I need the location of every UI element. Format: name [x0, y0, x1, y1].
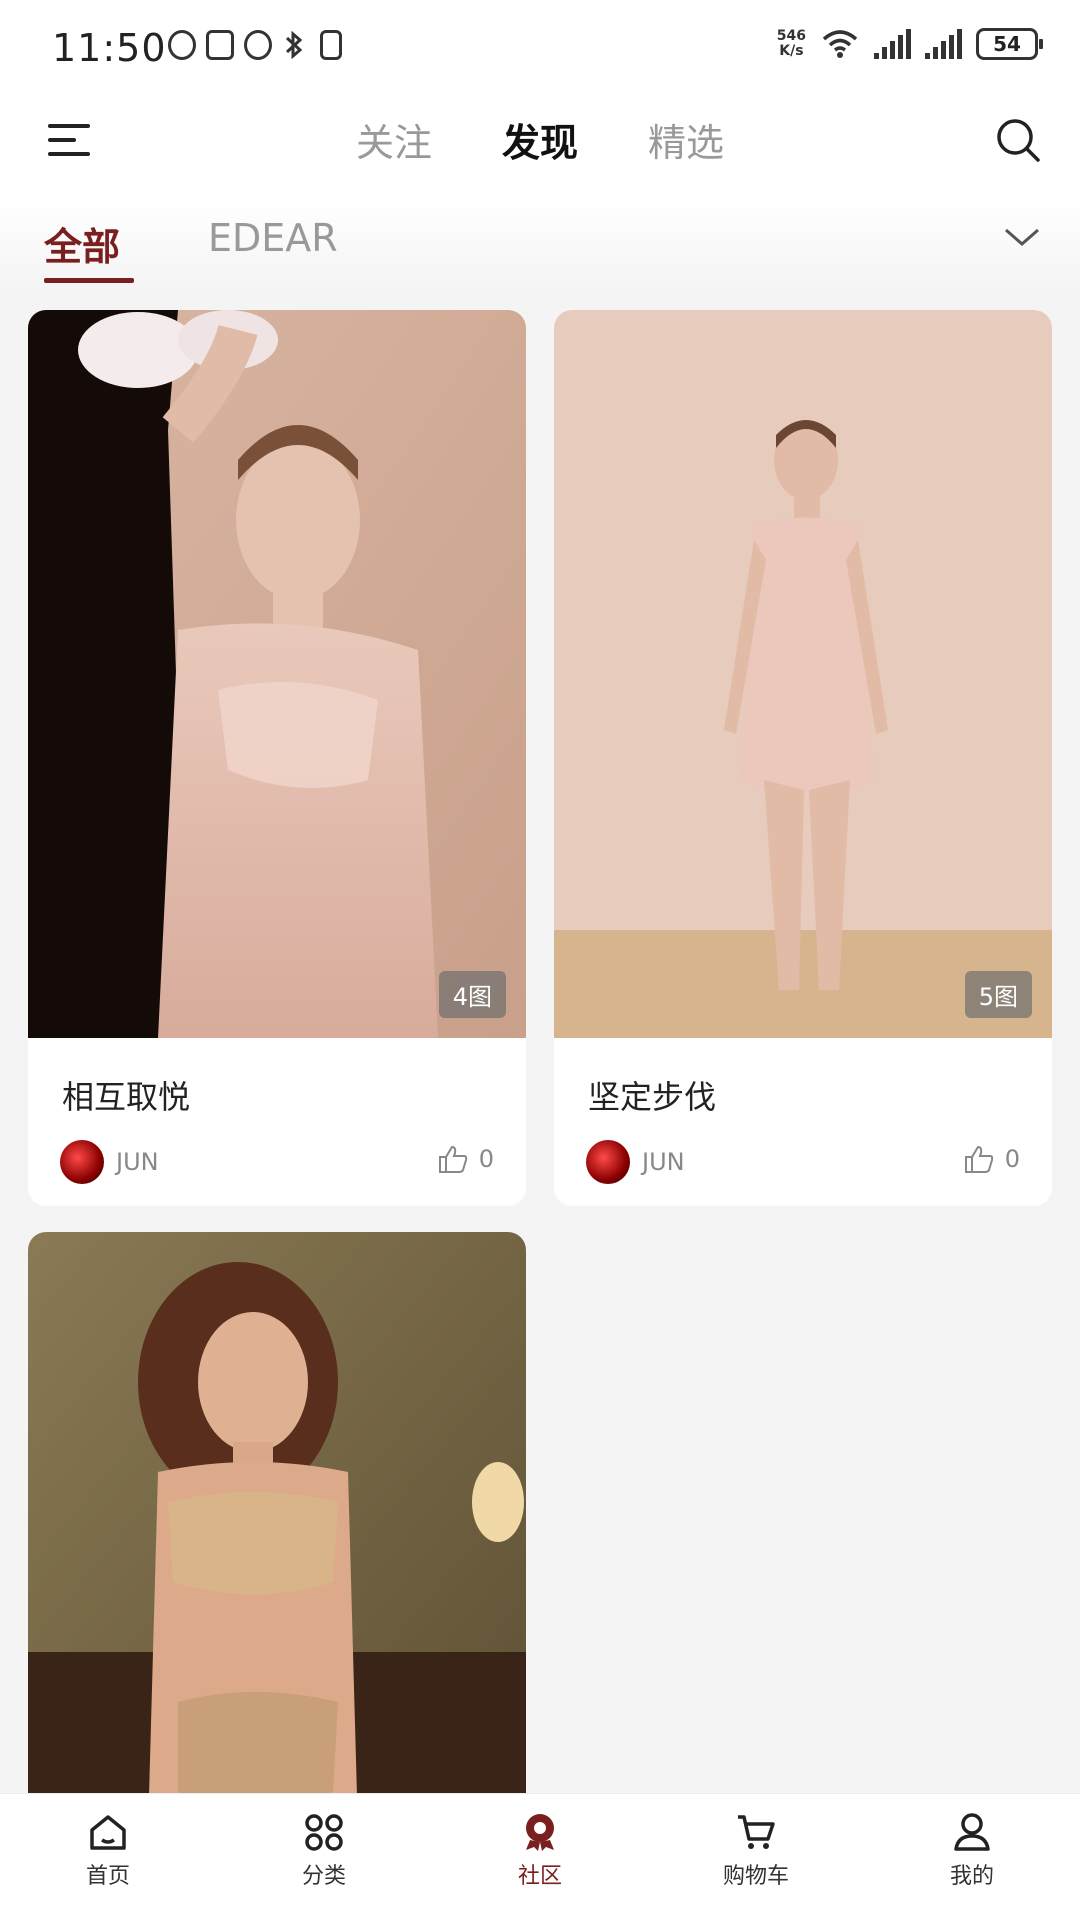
post-title: 坚定步伐: [588, 1078, 717, 1116]
post-author[interactable]: JUN: [586, 1140, 685, 1184]
sub-tab-bar: [0, 200, 1080, 290]
chevron-down-icon[interactable]: [1002, 222, 1042, 252]
nav-cart[interactable]: 购物车: [648, 1794, 864, 1920]
sub-tab-all[interactable]: 全部: [44, 216, 120, 271]
status-time: 11:50: [52, 26, 167, 70]
author-name: JUN: [642, 1148, 685, 1176]
tab-discover[interactable]: 发现: [502, 108, 578, 171]
image-count-badge: 4图: [438, 971, 506, 1018]
user-icon: [954, 1813, 990, 1851]
top-tabs: 关注 发现 精选: [0, 108, 1080, 171]
sub-tab-edear[interactable]: EDEAR: [208, 216, 338, 260]
tab-featured[interactable]: 精选: [648, 108, 724, 171]
post-card[interactable]: 5图 坚定步伐 JUN 0: [554, 310, 1052, 1206]
author-name: JUN: [116, 1148, 159, 1176]
signal-icon-2: [925, 29, 962, 59]
post-image[interactable]: 4图: [28, 310, 526, 1038]
nav-community[interactable]: 社区: [432, 1794, 648, 1920]
like-count: 0: [1004, 1145, 1020, 1173]
net-speed: 546 K/s: [777, 29, 806, 59]
net-speed-unit: K/s: [779, 43, 804, 59]
community-icon: [526, 1814, 554, 1851]
status-system-icons: 546 K/s 54: [777, 28, 1043, 60]
post-card[interactable]: 4图 相互取悦 JUN 0: [28, 310, 526, 1206]
nav-category[interactable]: 分类: [216, 1794, 432, 1920]
vibrate-icon: [320, 30, 342, 60]
wifi-icon: [820, 29, 860, 59]
like-button[interactable]: 0: [437, 1144, 494, 1174]
status-bar: 11:50 546 K/s 54: [0, 0, 1080, 100]
post-author[interactable]: JUN: [60, 1140, 159, 1184]
nav-cart-label: 购物车: [722, 1864, 789, 1889]
tab-follow[interactable]: 关注: [356, 108, 432, 171]
net-speed-value: 546: [776, 28, 806, 44]
search-icon[interactable]: [994, 116, 1042, 164]
alarm-icon: [244, 30, 272, 60]
nav-profile-label: 我的: [949, 1864, 994, 1889]
post-card[interactable]: [28, 1232, 526, 1832]
nfc-icon: [206, 30, 234, 60]
cart-icon: [738, 1815, 775, 1849]
active-tab-indicator: [44, 278, 134, 283]
data-saver-icon: [168, 30, 196, 60]
battery-icon: 54: [976, 28, 1043, 60]
nav-category-label: 分类: [301, 1864, 346, 1889]
nav-community-label: 社区: [517, 1864, 562, 1889]
avatar: [60, 1140, 104, 1184]
post-image[interactable]: [28, 1232, 526, 1832]
home-icon: [90, 1815, 126, 1850]
post-image[interactable]: 5图: [554, 310, 1052, 1038]
bluetooth-icon: [282, 30, 310, 60]
bottom-nav: 首页 分类 社区 购物车 我的: [0, 1793, 1080, 1920]
like-button[interactable]: 0: [963, 1144, 1020, 1174]
nav-profile[interactable]: 我的: [864, 1794, 1080, 1920]
thumbs-up-icon: [964, 1145, 993, 1173]
image-count-badge: 5图: [964, 971, 1032, 1018]
like-count: 0: [478, 1145, 494, 1173]
avatar: [586, 1140, 630, 1184]
nav-home-label: 首页: [85, 1864, 130, 1889]
nav-home[interactable]: 首页: [0, 1794, 216, 1920]
grid-icon: [305, 1814, 343, 1851]
post-title: 相互取悦: [62, 1078, 191, 1116]
status-notification-icons: [168, 30, 342, 60]
signal-icon: [874, 29, 911, 59]
thumbs-up-icon: [438, 1145, 467, 1173]
